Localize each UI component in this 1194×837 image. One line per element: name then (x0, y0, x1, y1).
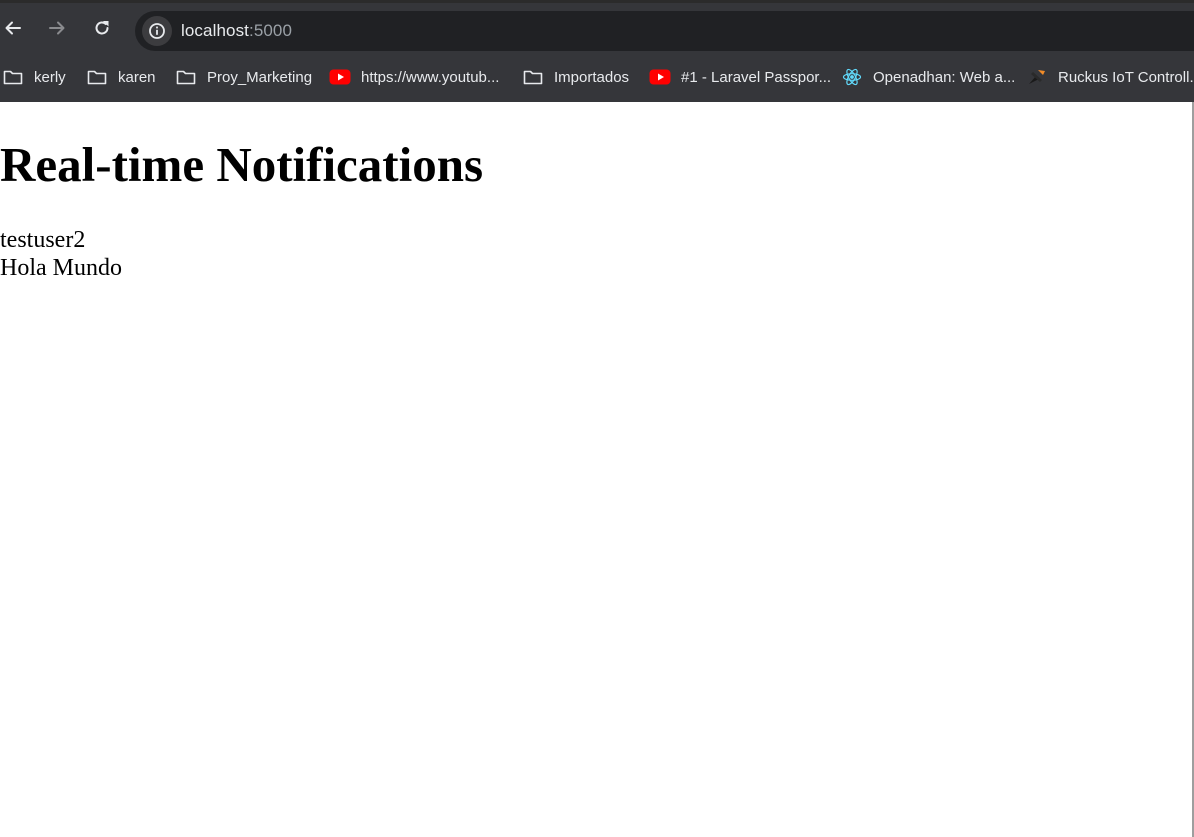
browser-toolbar: localhost:5000 (0, 3, 1194, 52)
forward-button[interactable] (37, 3, 77, 52)
folder-icon (2, 68, 24, 86)
bookmark-openadhan[interactable]: Openadhan: Web a... (841, 65, 1015, 89)
youtube-icon (329, 68, 351, 86)
bookmark-folder-proy-marketing[interactable]: Proy_Marketing (175, 65, 312, 89)
page-content: Real-time Notifications testuser2 Hola M… (0, 102, 1192, 837)
arrow-left-icon (5, 21, 21, 34)
url-host: localhost (181, 21, 249, 40)
react-icon (841, 68, 863, 86)
bookmark-folder-importados[interactable]: Importados (522, 65, 629, 89)
bookmark-label: https://www.youtub... (361, 68, 500, 86)
bookmark-laravel-passport[interactable]: #1 - Laravel Passpor... (649, 65, 831, 89)
url-port: :5000 (249, 21, 293, 40)
site-info-button[interactable] (142, 16, 172, 46)
bookmark-folder-kerly[interactable]: kerly (2, 65, 66, 89)
folder-icon (86, 68, 108, 86)
ruckus-icon (1026, 68, 1048, 86)
url-text[interactable]: localhost:5000 (181, 21, 292, 41)
notification-user: testuser2 (0, 227, 86, 253)
bookmark-label: Openadhan: Web a... (873, 68, 1016, 86)
address-bar[interactable]: localhost:5000 (135, 11, 1194, 51)
bookmark-ruckus-iot[interactable]: Ruckus IoT Controll... (1026, 65, 1194, 89)
bookmark-label: #1 - Laravel Passpor... (681, 68, 832, 86)
youtube-icon (649, 68, 671, 86)
bookmark-label: karen (118, 68, 156, 86)
reload-button[interactable] (82, 3, 122, 52)
bookmark-label: Proy_Marketing (207, 68, 313, 86)
arrow-right-icon (49, 21, 65, 34)
bookmark-folder-karen[interactable]: karen (86, 65, 156, 89)
bookmarks-bar: kerly karen Proy_Marketing https://www.y… (0, 52, 1194, 102)
bookmark-label: Importados (554, 68, 630, 86)
info-icon (149, 23, 165, 39)
bookmark-youtube-link[interactable]: https://www.youtub... (329, 65, 499, 89)
folder-icon (522, 68, 544, 86)
folder-icon (175, 68, 197, 86)
back-button[interactable] (0, 3, 33, 52)
notification-message: Hola Mundo (0, 255, 122, 281)
browser-chrome: localhost:5000 kerly karen Proy_Marketin… (0, 0, 1194, 102)
bookmark-label: Ruckus IoT Controll... (1058, 68, 1194, 86)
reload-icon (95, 20, 109, 34)
page-title: Real-time Notifications (0, 137, 484, 192)
bookmark-label: kerly (34, 68, 66, 86)
